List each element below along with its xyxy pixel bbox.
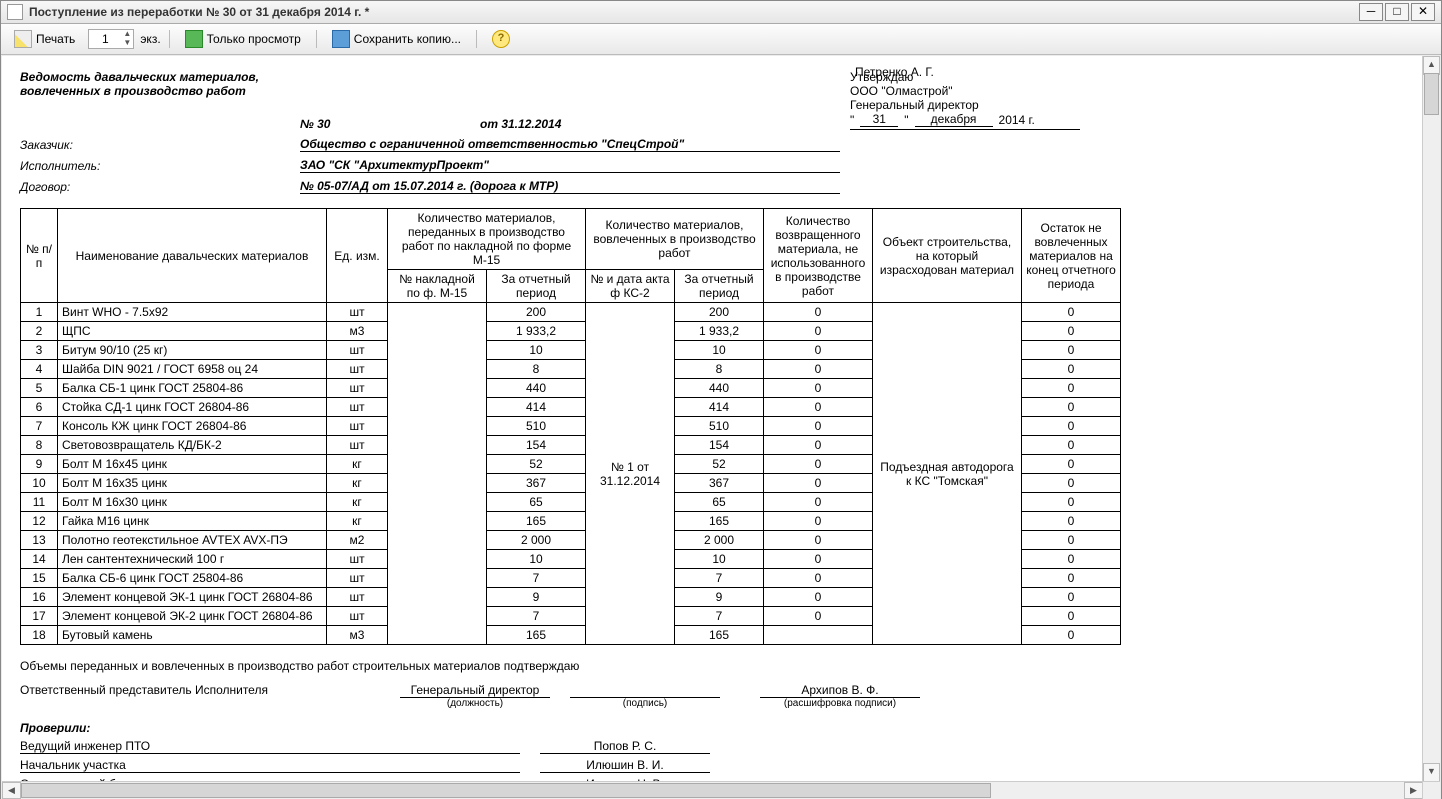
spinner-down-icon[interactable]: ▼ bbox=[121, 39, 133, 48]
heading-line2: вовлеченных в производство работ bbox=[20, 84, 300, 98]
document-icon bbox=[7, 4, 23, 20]
executor-value: ЗАО "СК "АрхитектурПроект" bbox=[300, 158, 840, 173]
save-copy-label: Сохранить копию... bbox=[354, 32, 461, 46]
resp-label: Ответственный представитель Исполнителя bbox=[20, 683, 400, 698]
quote: " bbox=[904, 113, 908, 127]
approve-org: ООО "Олмастрой" bbox=[850, 84, 1080, 98]
obj-cell: Подъездная автодорога к КС "Томская" bbox=[873, 303, 1022, 645]
col-ret: Количество возвращенного материала, не и… bbox=[764, 209, 873, 303]
document-page: Ведомость давальческих материалов, вовле… bbox=[2, 56, 1423, 782]
approve-day: 31 bbox=[860, 112, 898, 127]
col-in-s1: № накладной по ф. М-15 bbox=[388, 270, 487, 303]
copies-spinner[interactable]: ▲ ▼ bbox=[88, 29, 134, 49]
checked-title: Проверили: bbox=[20, 721, 1405, 735]
contract-label: Договор: bbox=[20, 180, 300, 194]
print-button[interactable]: Печать bbox=[7, 27, 82, 51]
customer-value: Общество с ограниченной ответственностью… bbox=[300, 137, 840, 152]
confirm-text: Объемы переданных и вовлеченных в произв… bbox=[20, 659, 1405, 673]
help-icon: ? bbox=[492, 30, 510, 48]
minimize-button[interactable]: ─ bbox=[1359, 3, 1383, 21]
vertical-scrollbar[interactable]: ▲ ▼ bbox=[1422, 56, 1440, 782]
separator bbox=[316, 30, 317, 48]
quote: " bbox=[850, 113, 854, 127]
check2-name: Илюшин В. И. bbox=[540, 758, 710, 773]
maximize-button[interactable]: □ bbox=[1385, 3, 1409, 21]
toolbar: Печать ▲ ▼ экз. Только просмотр Сохранит… bbox=[1, 24, 1441, 55]
help-button[interactable]: ? bbox=[485, 27, 517, 51]
check1-sign bbox=[350, 753, 520, 754]
scroll-left-icon[interactable]: ◀ bbox=[2, 782, 21, 799]
materials-table: № п/п Наименование давальческих материал… bbox=[20, 208, 1121, 645]
col-in-s2: За отчетный период bbox=[487, 270, 586, 303]
scroll-thumb[interactable] bbox=[1424, 73, 1439, 115]
view-only-label: Только просмотр bbox=[207, 32, 301, 46]
copies-unit: экз. bbox=[140, 32, 160, 46]
act-cell: № 1 от 31.12.2014 bbox=[586, 303, 675, 645]
approve-position: Генеральный директор bbox=[850, 98, 1080, 112]
scroll-down-icon[interactable]: ▼ bbox=[1423, 763, 1440, 782]
check1-label: Ведущий инженер ПТО bbox=[20, 739, 350, 754]
approve-month: декабря bbox=[915, 112, 993, 127]
check2-sign bbox=[350, 772, 520, 773]
window-title: Поступление из переработки № 30 от 31 де… bbox=[29, 5, 1359, 19]
col-used-s1: № и дата акта ф КС-2 bbox=[586, 270, 675, 303]
col-used: Количество материалов, вовлеченных в про… bbox=[586, 209, 764, 270]
view-only-button[interactable]: Только просмотр bbox=[178, 27, 308, 51]
scroll-thumb-h[interactable] bbox=[21, 783, 991, 798]
horizontal-scrollbar[interactable]: ◀ ▶ bbox=[2, 781, 1423, 799]
executor-label: Исполнитель: bbox=[20, 159, 300, 173]
sig-sign-cap: (подпись) bbox=[570, 698, 720, 709]
copies-input[interactable] bbox=[89, 31, 121, 47]
view-icon bbox=[185, 30, 203, 48]
sig-position: Генеральный директор bbox=[400, 683, 550, 698]
save-copy-button[interactable]: Сохранить копию... bbox=[325, 27, 468, 51]
separator bbox=[169, 30, 170, 48]
approve-name: Петренко А. Г. bbox=[855, 65, 934, 79]
contract-value: № 05-07/АД от 15.07.2014 г. (дорога к МТ… bbox=[300, 179, 840, 194]
doc-date: от 31.12.2014 bbox=[480, 117, 830, 131]
app-window: Поступление из переработки № 30 от 31 де… bbox=[0, 0, 1442, 799]
scroll-corner bbox=[1422, 781, 1440, 799]
col-rest: Остаток не вовлеченных материалов на кон… bbox=[1022, 209, 1121, 303]
sig-name-cap: (расшифровка подписи) bbox=[760, 698, 920, 709]
col-unit: Ед. изм. bbox=[327, 209, 388, 303]
print-label: Печать bbox=[36, 32, 75, 46]
table-row: 1Винт WHO - 7.5x92шт200№ 1 от 31.12.2014… bbox=[21, 303, 1121, 322]
scroll-right-icon[interactable]: ▶ bbox=[1404, 782, 1423, 799]
col-in: Количество материалов, переданных в прои… bbox=[388, 209, 586, 270]
check1-name: Попов Р. С. bbox=[540, 739, 710, 754]
check2-label: Начальник участка bbox=[20, 758, 350, 773]
col-obj: Объект строительства, на который израсхо… bbox=[873, 209, 1022, 303]
save-icon bbox=[332, 30, 350, 48]
content-area: Ведомость давальческих материалов, вовле… bbox=[2, 56, 1440, 799]
customer-label: Заказчик: bbox=[20, 138, 300, 152]
sig-sign bbox=[570, 683, 720, 698]
doc-number: № 30 bbox=[300, 117, 480, 131]
close-button[interactable]: ✕ bbox=[1411, 3, 1435, 21]
titlebar: Поступление из переработки № 30 от 31 де… bbox=[1, 1, 1441, 24]
heading-line1: Ведомость давальческих материалов, bbox=[20, 70, 300, 84]
col-used-s2: За отчетный период bbox=[675, 270, 764, 303]
print-icon bbox=[14, 30, 32, 48]
col-name: Наименование давальческих материалов bbox=[58, 209, 327, 303]
col-num: № п/п bbox=[21, 209, 58, 303]
sig-position-cap: (должность) bbox=[400, 698, 550, 709]
approve-year: 2014 г. bbox=[999, 113, 1035, 127]
separator bbox=[476, 30, 477, 48]
sig-name: Архипов В. Ф. bbox=[760, 683, 920, 698]
